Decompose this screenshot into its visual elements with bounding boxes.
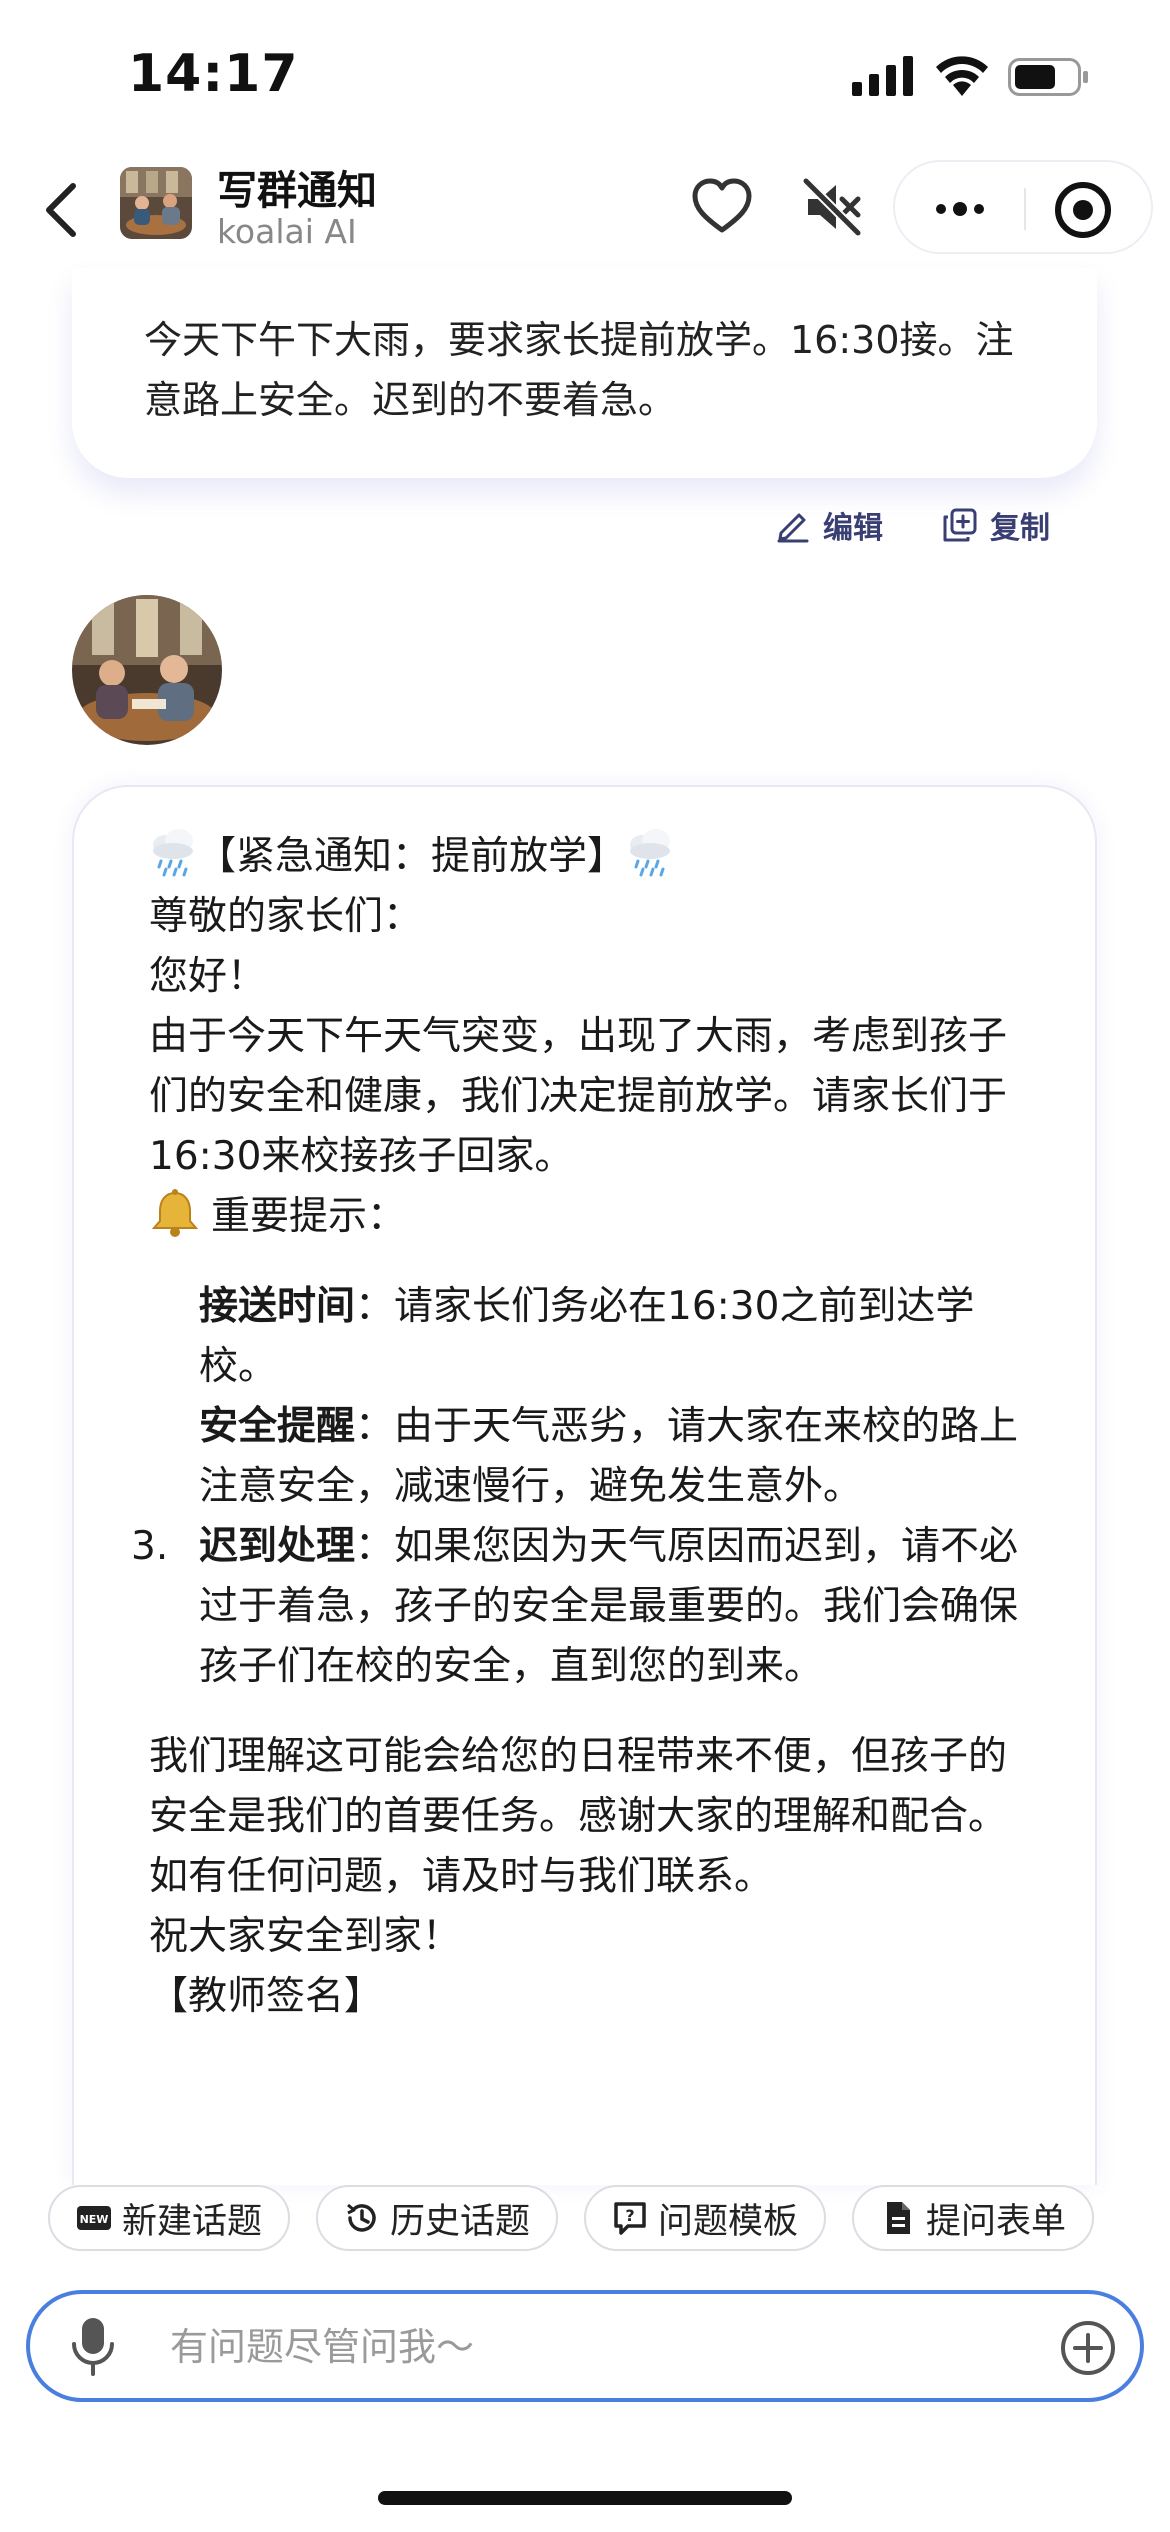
hello: 您好！ — [149, 954, 267, 999]
cellular-signal-icon — [852, 56, 913, 96]
classroom-image — [120, 167, 192, 239]
back-button[interactable] — [30, 175, 90, 245]
tips-list: 接送时间：请家长们务必在16:30之前到达学校。 安全提醒：由于天气恶劣，请大家… — [131, 1277, 1029, 1697]
question-template-button[interactable]: ? 问题模板 — [584, 2185, 827, 2251]
more-dot-icon — [936, 204, 946, 214]
new-badge-icon: NEW — [77, 2206, 111, 2230]
more-dot-icon — [953, 202, 967, 216]
list-item: 安全提醒：由于天气恶劣，请大家在来校的路上注意安全，减速慢行，避免发生意外。 — [149, 1397, 1029, 1517]
wish-line: 祝大家安全到家！ — [149, 1914, 462, 1959]
list-number: 3. — [131, 1524, 169, 1569]
new-topic-button[interactable]: NEW 新建话题 — [48, 2185, 291, 2251]
rain-cloud-icon — [153, 829, 193, 877]
copy-button[interactable]: 复制 — [942, 500, 1050, 550]
list-item-title: 迟到处理 — [199, 1524, 356, 1569]
closing-paragraph: 我们理解这可能会给您的日程带来不便，但孩子的安全是我们的首要任务。感谢大家的理解… — [149, 1734, 1008, 1839]
copy-label: 复制 — [990, 511, 1050, 546]
chevron-left-icon — [46, 183, 76, 237]
page-title: 写群通知 — [217, 168, 377, 214]
assistant-message-bubble: 【紧急通知：提前放学】 尊敬的家长们： 您好！ 由于今天下午天气突变，出现了大雨… — [72, 785, 1097, 2185]
rain-cloud-icon — [630, 829, 671, 877]
user-message-text: 今天下午下大雨，要求家长提前放学。16:30接。注意路上安全。迟到的不要着急。 — [144, 318, 1014, 422]
question-form-button[interactable]: 提问表单 — [852, 2185, 1095, 2251]
question-form-label: 提问表单 — [926, 2201, 1067, 2242]
question-template-icon: ? — [614, 2202, 646, 2235]
wifi-icon — [936, 56, 988, 96]
history-topic-label: 历史话题 — [390, 2201, 531, 2242]
new-topic-label: 新建话题 — [122, 2201, 263, 2242]
status-bar: 14:17 — [0, 0, 1170, 150]
battery-icon — [1008, 58, 1088, 96]
question-template-label: 问题模板 — [658, 2201, 799, 2242]
classroom-image — [72, 595, 222, 745]
more-options-button[interactable] — [925, 184, 995, 234]
notice-title-line: 【紧急通知：提前放学】 — [149, 827, 1029, 887]
miniprogram-capsule — [893, 160, 1153, 254]
edit-label: 编辑 — [823, 511, 883, 546]
bell-icon — [151, 1189, 199, 1237]
nav-bar: 写群通知 koalai AI — [0, 150, 1170, 270]
user-message-bubble: 今天下午下大雨，要求家长提前放学。16:30接。注意路上安全。迟到的不要着急。 — [72, 268, 1097, 478]
assistant-message-content: 【紧急通知：提前放学】 尊敬的家长们： 您好！ 由于今天下午天气突变，出现了大雨… — [131, 827, 1029, 2027]
tips-heading: 重要提示： — [211, 1194, 407, 1239]
close-miniprogram-button[interactable] — [1055, 182, 1111, 238]
greeting: 尊敬的家长们： — [149, 894, 423, 939]
edit-button[interactable]: 编辑 — [775, 500, 883, 550]
list-item: 接送时间：请家长们务必在16:30之前到达学校。 — [149, 1277, 1029, 1397]
svg-text:NEW: NEW — [80, 2213, 109, 2226]
home-indicator — [378, 2491, 792, 2505]
microphone-icon[interactable] — [68, 2316, 118, 2378]
contact-line: 如有任何问题，请及时与我们联系。 — [149, 1854, 774, 1899]
list-item: 3. 迟到处理：如果您因为天气原因而迟到，请不必过于着急，孩子的安全是最重要的。我… — [131, 1517, 1029, 1697]
favorite-heart-icon[interactable] — [690, 175, 754, 239]
status-time: 14:17 — [128, 44, 299, 104]
assistant-avatar — [72, 595, 222, 745]
notice-title: 【紧急通知：提前放学】 — [197, 834, 627, 879]
quick-actions-row: NEW 新建话题 历史话题 ? 问题模板 提问表单 — [48, 2185, 1128, 2251]
capsule-divider — [1024, 188, 1026, 230]
document-icon — [887, 2202, 911, 2234]
tips-heading-line: 重要提示： — [149, 1187, 1029, 1247]
svg-text:?: ? — [625, 2206, 634, 2225]
signature-line: 【教师签名】 — [149, 1974, 384, 2019]
history-icon — [347, 2203, 376, 2232]
pencil-icon — [777, 513, 809, 543]
chat-input-bar — [26, 2290, 1144, 2402]
add-circle-icon[interactable] — [1060, 2320, 1116, 2376]
message-input[interactable] — [170, 2312, 1030, 2382]
intro-paragraph: 由于今天下午天气突变，出现了大雨，考虑到孩子们的安全和健康，我们决定提前放学。请… — [149, 1014, 1008, 1179]
mute-speaker-icon[interactable] — [800, 175, 864, 239]
app-avatar — [120, 167, 192, 239]
copy-icon — [943, 508, 977, 542]
more-dot-icon — [974, 204, 984, 214]
list-item-title: 接送时间 — [199, 1284, 356, 1329]
history-topic-button[interactable]: 历史话题 — [316, 2185, 559, 2251]
list-item-title: 安全提醒 — [199, 1404, 356, 1449]
page-subtitle: koalai AI — [217, 212, 357, 251]
